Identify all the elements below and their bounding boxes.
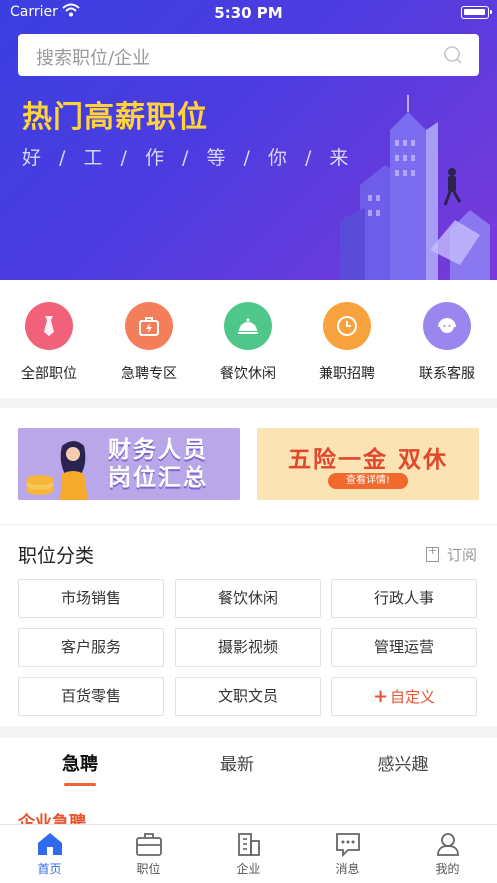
- category-retail[interactable]: 百货零售: [18, 677, 164, 716]
- nav-companies[interactable]: 企业: [199, 831, 298, 877]
- quick-links: 全部职位 急聘专区 餐饮休闲 兼职招聘 联系客服: [0, 280, 497, 398]
- tie-icon: [25, 302, 73, 350]
- clock-icon: [323, 302, 371, 350]
- nav-label: 职位: [136, 862, 161, 876]
- woman-illustration-icon: [26, 441, 88, 500]
- customer-service-icon: [423, 302, 471, 350]
- category-customer-service[interactable]: 客户服务: [18, 628, 164, 667]
- user-icon: [436, 833, 459, 856]
- benefits-banner[interactable]: 五险一金 双休 查看详情!: [257, 428, 479, 500]
- category-custom-button[interactable]: + 自定义: [331, 677, 477, 716]
- urgent-bag-icon: [125, 302, 173, 350]
- quick-link-urgent[interactable]: 急聘专区: [104, 302, 194, 383]
- section-divider: [0, 398, 497, 408]
- tab-interested[interactable]: 感兴趣: [333, 750, 473, 775]
- food-cloche-icon: [224, 302, 272, 350]
- plus-icon: +: [372, 686, 389, 707]
- subscribe-label: 订阅: [446, 546, 477, 564]
- finance-banner-line1: 财务人员: [108, 437, 208, 463]
- quick-link-label: 急聘专区: [121, 366, 177, 382]
- nav-label: 消息: [335, 862, 360, 876]
- search-bar[interactable]: 搜索职位/企业: [18, 34, 479, 76]
- message-icon: [335, 833, 360, 857]
- category-food[interactable]: 餐饮休闲: [175, 579, 321, 618]
- quick-link-label: 餐饮休闲: [220, 366, 276, 382]
- quick-link-label: 兼职招聘: [319, 366, 375, 382]
- job-feed-tabs: 急聘 最新 感兴趣: [0, 738, 497, 798]
- subscribe-button[interactable]: 订阅: [425, 544, 477, 565]
- nav-messages[interactable]: 消息: [298, 831, 397, 877]
- benefits-detail-button[interactable]: 查看详情!: [328, 473, 408, 489]
- building-icon: [237, 833, 260, 856]
- finance-banner-line2: 岗位汇总: [108, 465, 208, 491]
- quick-link-food[interactable]: 餐饮休闲: [203, 302, 293, 383]
- job-categories: 职位分类 订阅 市场销售 餐饮休闲 行政人事 客户服务 摄影视频 管理运营 百货…: [0, 524, 497, 726]
- nav-home[interactable]: 首页: [0, 831, 99, 877]
- categories-title: 职位分类: [18, 545, 95, 567]
- city-illustration-icon: [340, 95, 490, 280]
- nav-jobs[interactable]: 职位: [99, 831, 198, 877]
- finance-banner-text: 财务人员 岗位汇总: [108, 436, 208, 492]
- status-time: 5:30 PM: [214, 4, 283, 22]
- nav-label: 企业: [236, 862, 261, 876]
- finance-jobs-banner[interactable]: 财务人员 岗位汇总: [18, 428, 240, 500]
- benefits-banner-text: 五险一金 双休: [287, 447, 448, 473]
- nav-label: 我的: [435, 862, 460, 876]
- search-icon[interactable]: [443, 45, 463, 65]
- hero-banner: Carrier 5:30 PM 搜索职位/企业 热门高薪职位 好 / 工 / 作…: [0, 0, 497, 280]
- battery-icon: [461, 6, 492, 19]
- nav-label: 首页: [37, 862, 62, 876]
- quick-link-label: 全部职位: [21, 366, 77, 382]
- bookmark-icon: [425, 544, 439, 562]
- hero-title: 热门高薪职位: [22, 100, 208, 135]
- search-placeholder: 搜索职位/企业: [36, 48, 151, 69]
- category-clerical[interactable]: 文职文员: [175, 677, 321, 716]
- section-divider: [0, 726, 497, 738]
- tab-urgent[interactable]: 急聘: [10, 750, 150, 776]
- status-bar: Carrier 5:30 PM: [0, 0, 497, 26]
- quick-link-all-jobs[interactable]: 全部职位: [4, 302, 94, 383]
- promo-banners: 财务人员 岗位汇总 五险一金 双休 查看详情!: [0, 408, 497, 524]
- category-market-sales[interactable]: 市场销售: [18, 579, 164, 618]
- nav-profile[interactable]: 我的: [398, 831, 497, 877]
- category-photo-video[interactable]: 摄影视频: [175, 628, 321, 667]
- quick-link-support[interactable]: 联系客服: [402, 302, 492, 383]
- home-icon: [37, 833, 62, 855]
- category-management[interactable]: 管理运营: [331, 628, 477, 667]
- category-admin-hr[interactable]: 行政人事: [331, 579, 477, 618]
- custom-label: 自定义: [390, 688, 436, 706]
- tab-latest[interactable]: 最新: [167, 750, 307, 775]
- quick-link-part-time[interactable]: 兼职招聘: [302, 302, 392, 383]
- bottom-nav: 首页 职位 企业 消息 我的: [0, 824, 497, 883]
- quick-link-label: 联系客服: [419, 366, 475, 382]
- active-tab-indicator: [64, 783, 96, 786]
- hero-subtitle: 好 / 工 / 作 / 等 / 你 / 来: [22, 147, 355, 169]
- briefcase-icon: [135, 833, 162, 856]
